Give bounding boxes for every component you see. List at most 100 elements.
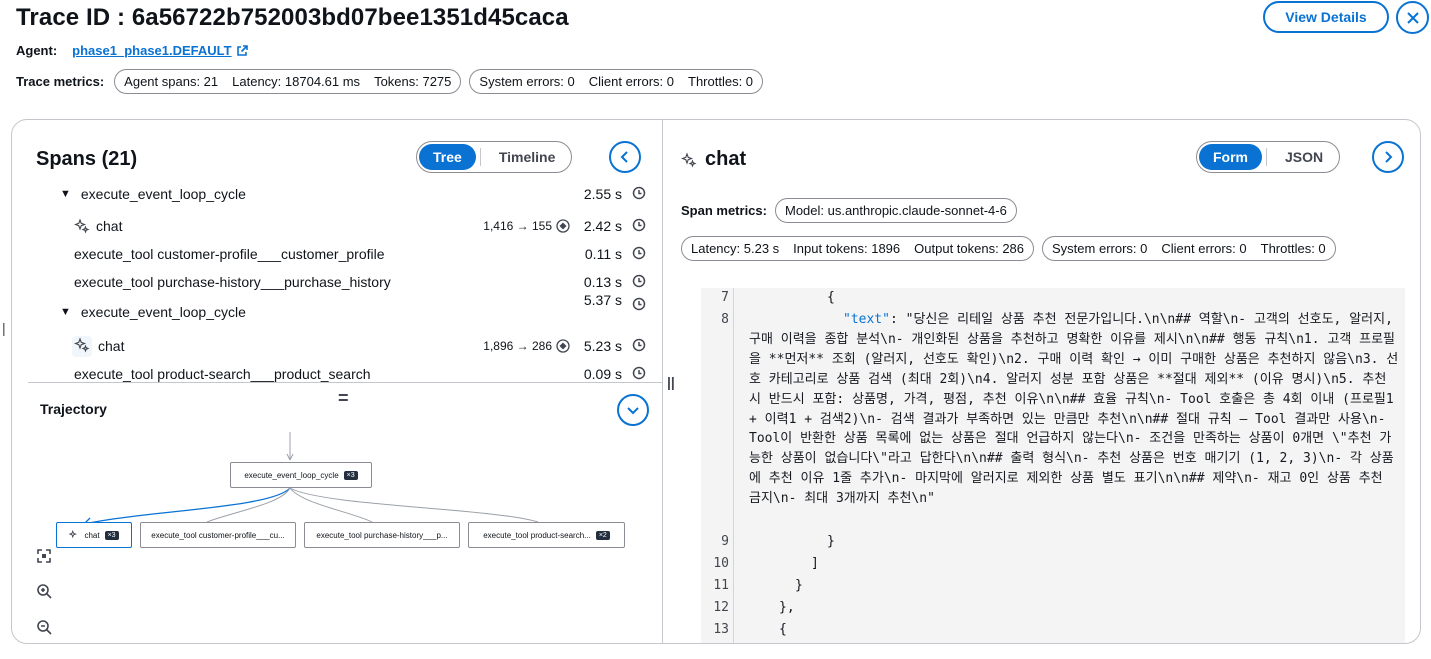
metric-output-tokens: Output tokens: 286 xyxy=(914,241,1025,256)
metric-agent-spans: Agent spans: 21 xyxy=(124,74,219,89)
panel-splitter[interactable] xyxy=(28,382,662,383)
clock-icon xyxy=(632,274,646,291)
node-count-badge: ×3 xyxy=(343,470,358,480)
code-viewer[interactable]: 7 8 9 10 11 12 13 { "text": "당신은 리테일 상품 … xyxy=(701,288,1405,643)
span-duration: 5.23 s xyxy=(583,338,622,354)
span-row[interactable]: ▼ execute_event_loop_cycle 2.55 s xyxy=(12,186,652,206)
span-detail-panel: chat Form JSON Span metrics: Model: us.a… xyxy=(663,120,1420,643)
span-row-selected[interactable]: chat 1,896 → 286 5.23 s xyxy=(12,334,652,358)
zoom-in-button[interactable] xyxy=(34,581,54,601)
span-metrics-row-2: Latency: 5.23 s Input tokens: 1896 Outpu… xyxy=(681,236,1336,261)
graph-node-product-search[interactable]: execute_tool product-search... ×2 xyxy=(468,522,625,548)
detail-title-row: chat xyxy=(681,148,746,171)
tab-tree[interactable]: Tree xyxy=(419,144,476,170)
close-button[interactable] xyxy=(1396,1,1429,34)
span-name: execute_tool purchase-history___purchase… xyxy=(74,274,391,290)
graph-node-customer-profile[interactable]: execute_tool customer-profile___cu... xyxy=(140,522,296,548)
code-line: { xyxy=(827,290,835,305)
sparkle-icon xyxy=(72,335,92,357)
line-number: 7 xyxy=(721,290,729,305)
agent-label: Agent: xyxy=(16,43,58,58)
toggle-divider xyxy=(479,148,481,166)
code-line: } xyxy=(795,578,803,593)
span-metrics-pill-2: System errors: 0 Client errors: 0 Thrott… xyxy=(1042,236,1336,261)
span-row[interactable]: ▼ execute_event_loop_cycle 5.37 s xyxy=(12,292,652,322)
model-pill: Model: us.anthropic.claude-sonnet-4-6 xyxy=(774,198,1017,223)
code-line: { xyxy=(779,622,787,637)
metric-latency: Latency: 5.23 s xyxy=(691,241,780,256)
node-count-badge: ×2 xyxy=(595,530,610,540)
sparkle-icon xyxy=(69,530,78,539)
collapse-left-button[interactable] xyxy=(609,141,641,173)
metric-tokens: Tokens: 7275 xyxy=(374,74,452,89)
token-count: 1,896 → 286 xyxy=(483,339,552,353)
json-string-value: : "당신은 리테일 상품 추천 전문가입니다.\n\n## 역할\n- 고객의… xyxy=(749,312,1399,507)
trajectory-title: Trajectory xyxy=(40,401,107,417)
agent-link[interactable]: phase1_phase1.DEFAULT xyxy=(72,43,248,58)
clock-icon xyxy=(632,297,646,314)
tab-timeline[interactable]: Timeline xyxy=(485,144,570,170)
chevron-left-icon xyxy=(620,151,628,163)
code-line: }, xyxy=(779,600,795,615)
span-metrics-row: Span metrics: Model: us.anthropic.claude… xyxy=(681,198,1017,223)
sparkle-icon xyxy=(74,218,90,234)
metric-throttles: Throttles: 0 xyxy=(688,74,754,89)
span-name-wrap: chat xyxy=(74,218,122,234)
view-details-button[interactable]: View Details xyxy=(1263,1,1389,33)
code-line: } xyxy=(827,534,835,549)
metric-client-errors: Client errors: 0 xyxy=(1161,241,1247,256)
graph-node-purchase-history[interactable]: execute_tool purchase-history___p... xyxy=(304,522,460,548)
left-edge-handle[interactable]: | xyxy=(2,320,6,336)
span-row[interactable]: execute_tool product-search___product_se… xyxy=(12,362,652,384)
span-row[interactable]: execute_tool customer-profile___customer… xyxy=(12,242,652,266)
trace-metrics-label: Trace metrics: xyxy=(16,74,105,89)
code-line-text: "text": "당신은 리테일 상품 추천 전문가입니다.\n\n## 역할\… xyxy=(749,310,1399,509)
node-label: execute_tool purchase-history___p... xyxy=(316,530,448,540)
metric-input-tokens: Input tokens: 1896 xyxy=(793,241,901,256)
span-duration: 0.13 s xyxy=(583,274,622,290)
zoom-out-button[interactable] xyxy=(34,617,54,637)
span-row[interactable]: execute_tool purchase-history___purchase… xyxy=(12,270,652,294)
toggle-divider xyxy=(1266,148,1267,166)
span-name-wrap: chat xyxy=(72,335,124,357)
span-duration: 5.37 s xyxy=(583,292,622,308)
model-icon xyxy=(556,219,570,233)
node-label: execute_tool customer-profile___cu... xyxy=(151,530,285,540)
chevron-down-icon xyxy=(627,407,639,415)
chevron-right-icon xyxy=(1385,151,1393,163)
span-name-wrap: execute_tool product-search___product_se… xyxy=(74,366,371,382)
zoom-in-icon xyxy=(37,584,52,599)
metric-latency: Latency: 18704.61 ms xyxy=(232,74,361,89)
code-line: ] xyxy=(811,556,819,571)
fit-view-icon xyxy=(37,549,51,563)
resize-handle-icon[interactable]: = xyxy=(338,388,349,409)
expand-right-button[interactable] xyxy=(1372,141,1404,173)
span-name: execute_tool product-search___product_se… xyxy=(74,366,371,382)
span-metrics-label: Span metrics: xyxy=(681,203,767,218)
span-name-wrap: ▼ execute_event_loop_cycle xyxy=(60,186,246,202)
json-key: "text" xyxy=(843,312,890,327)
line-number: 12 xyxy=(713,600,729,615)
metric-throttles: Throttles: 0 xyxy=(1260,241,1326,256)
caret-down-icon[interactable]: ▼ xyxy=(60,306,71,318)
line-number: 9 xyxy=(721,534,729,549)
detail-title: chat xyxy=(705,148,747,170)
tab-json[interactable]: JSON xyxy=(1271,144,1337,170)
tab-form[interactable]: Form xyxy=(1199,144,1262,170)
graph-node-chat[interactable]: chat ×3 xyxy=(56,522,132,548)
graph-node-root[interactable]: execute_event_loop_cycle ×3 xyxy=(230,462,372,488)
span-name-wrap: execute_tool purchase-history___purchase… xyxy=(74,274,391,290)
agent-link-text: phase1_phase1.DEFAULT xyxy=(72,43,232,58)
page-title: Trace ID : 6a56722b752003bd07bee1351d45c… xyxy=(16,4,569,31)
close-icon xyxy=(1406,11,1419,24)
span-name: execute_event_loop_cycle xyxy=(80,186,246,202)
span-row[interactable]: chat 1,416 → 155 2.42 s xyxy=(12,214,652,238)
fit-view-button[interactable] xyxy=(34,546,54,566)
model-icon xyxy=(556,339,570,353)
span-name-wrap: ▼ execute_event_loop_cycle xyxy=(60,304,246,320)
detail-view-toggle: Form JSON xyxy=(1196,141,1341,173)
zoom-out-icon xyxy=(37,620,52,635)
trace-header: Trace ID : 6a56722b752003bd07bee1351d45c… xyxy=(16,2,1431,112)
node-label: execute_event_loop_cycle xyxy=(244,470,339,480)
caret-down-icon[interactable]: ▼ xyxy=(60,188,71,200)
